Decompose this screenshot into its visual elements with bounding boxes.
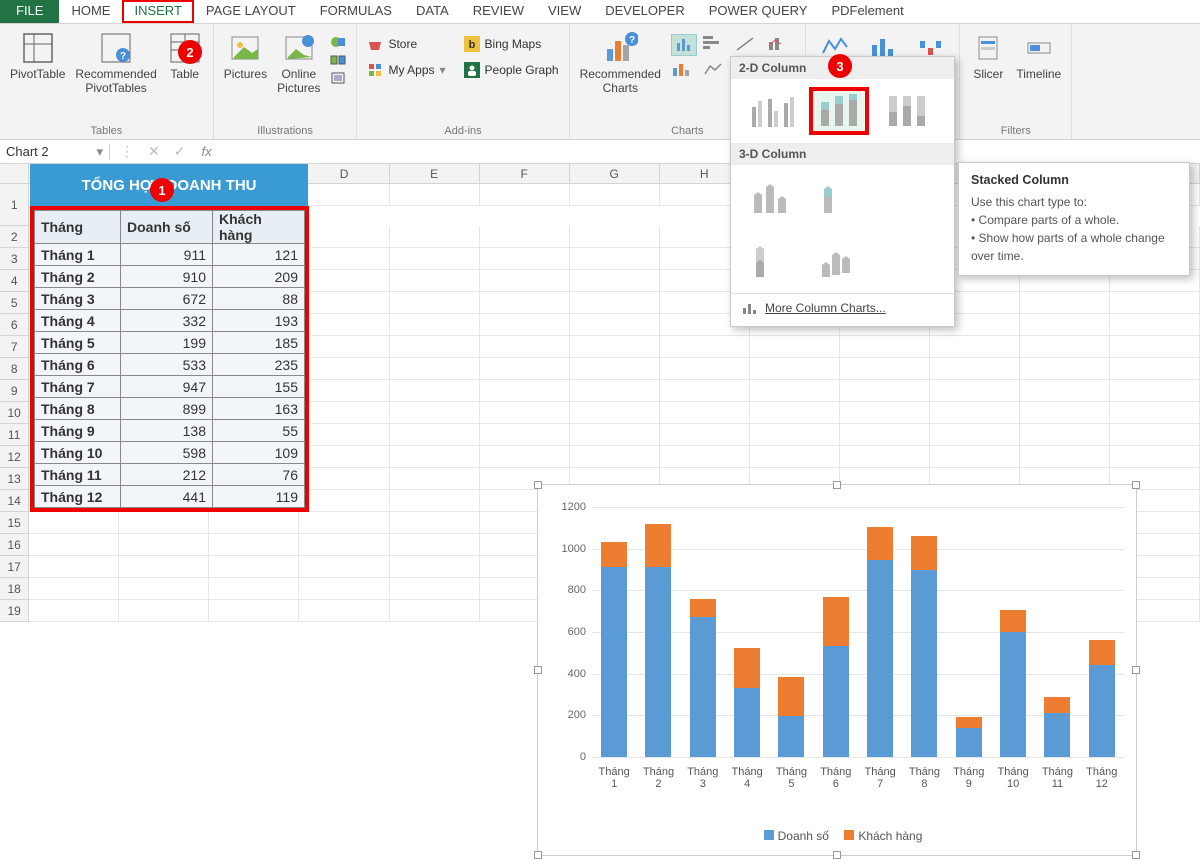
recommended-charts-icon: ? [602,30,638,66]
tab-power-query[interactable]: POWER QUERY [697,0,820,23]
chart-icon [741,300,757,316]
pictures-button[interactable]: Pictures [224,30,267,82]
online-pictures-button[interactable]: Online Pictures [277,30,320,96]
row-header[interactable]: 17 [0,556,29,578]
tab-file[interactable]: FILE [0,0,59,23]
store-button[interactable]: Store [367,36,417,52]
bar-chart-dropdown[interactable] [703,34,731,56]
row-header[interactable]: 14 [0,490,29,512]
ribbon: PivotTable ? Recommended PivotTables Tab… [0,24,1200,140]
svg-text:b: b [468,39,475,51]
data-table: ThángDoanh sốKhách hàngTháng 1911121Thán… [30,206,309,512]
100pct-stacked-column-option[interactable] [877,87,937,135]
row-header[interactable]: 11 [0,424,29,446]
shapes-button[interactable] [330,34,346,50]
group-addins: Store My Apps ▾ bBing Maps People Graph … [357,24,569,139]
formula-bar-buttons: ⋮ ✕ ✓ [110,143,195,160]
my-apps-button[interactable]: My Apps ▾ [367,62,445,78]
row-header[interactable]: 6 [0,314,29,336]
chart-type-tooltip: Stacked Column Use this chart type to: •… [958,162,1190,276]
row-header[interactable]: 18 [0,578,29,600]
row-header[interactable]: 4 [0,270,29,292]
row-header[interactable]: 5 [0,292,29,314]
smartart-button[interactable] [330,52,346,68]
col-header[interactable]: E [390,164,480,184]
tab-formulas[interactable]: FORMULAS [308,0,404,23]
group-tables: PivotTable ? Recommended PivotTables Tab… [0,24,214,139]
chart-legend: Doanh số Khách hàng [538,829,1136,843]
pictures-icon [227,30,263,66]
screenshot-button[interactable] [330,70,346,86]
more-column-charts[interactable]: More Column Charts... [731,293,954,322]
recommended-pivot-icon: ? [98,30,134,66]
3d-stacked-column-option[interactable] [809,173,869,221]
chart-plot-area: 020040060080010001200Tháng1Tháng2Tháng3T… [592,507,1124,757]
fx-label: fx [195,144,217,159]
hierarchy-chart-dropdown[interactable] [671,60,699,78]
timeline-button[interactable]: Timeline [1016,30,1061,82]
column-chart-menu: 2-D Column 3-D Column More Column Charts… [730,56,955,327]
tab-pdfelement[interactable]: PDFelement [819,0,915,23]
row-header[interactable]: 19 [0,600,29,622]
3d-clustered-column-option[interactable] [741,173,801,221]
callout-2: 2 [178,40,202,64]
row-header[interactable]: 1 [0,184,29,226]
formula-bar-row: Chart 2▾ ⋮ ✕ ✓ fx [0,140,1200,164]
tab-data[interactable]: DATA [404,0,461,23]
col-header[interactable]: G [570,164,660,184]
row-header[interactable]: 10 [0,402,29,424]
row-header[interactable]: 15 [0,512,29,534]
svg-text:?: ? [629,35,635,46]
clustered-column-option[interactable] [741,87,801,135]
row-header[interactable]: 16 [0,534,29,556]
tab-review[interactable]: REVIEW [461,0,536,23]
row-header[interactable]: 7 [0,336,29,358]
tab-home[interactable]: HOME [59,0,122,23]
callout-3: 3 [828,54,852,78]
column-chart-dropdown[interactable] [671,34,697,56]
group-filters: Slicer Timeline Filters [960,24,1072,139]
3d-column-option[interactable] [809,237,869,285]
group-illustrations: Pictures Online Pictures Illustrations [214,24,358,139]
row-header[interactable]: 3 [0,248,29,270]
row-header[interactable]: 13 [0,468,29,490]
callout-1: 1 [150,178,174,202]
combo-chart-dropdown[interactable] [767,34,795,56]
tab-developer[interactable]: DEVELOPER [593,0,696,23]
col-header[interactable]: F [480,164,570,184]
stacked-column-option[interactable] [809,87,869,135]
name-box[interactable]: Chart 2▾ [0,144,110,160]
recommended-charts-button[interactable]: ? Recommended Charts [580,30,661,96]
row-header[interactable]: 8 [0,358,29,380]
formula-cancel-icon[interactable]: ✕ [148,143,160,160]
row-header[interactable]: 2 [0,226,29,248]
formula-enter-icon[interactable]: ✓ [174,143,186,160]
formula-options-icon[interactable]: ⋮ [120,143,134,160]
line-chart-dropdown[interactable] [703,60,731,78]
tab-insert[interactable]: INSERT [122,0,193,23]
col-header[interactable]: D [300,164,390,184]
tab-page-layout[interactable]: PAGE LAYOUT [194,0,308,23]
pivot-table-icon [20,30,56,66]
bing-maps-button[interactable]: bBing Maps [464,36,542,52]
svg-text:?: ? [120,51,126,62]
slicer-button[interactable]: Slicer [970,30,1006,82]
pivot-table-button[interactable]: PivotTable [10,30,65,82]
online-pictures-icon [281,30,317,66]
ribbon-tabs: FILE HOME INSERT PAGE LAYOUT FORMULAS DA… [0,0,1200,24]
tab-view[interactable]: VIEW [536,0,593,23]
3d-100pct-stacked-option[interactable] [741,237,801,285]
stock-chart-dropdown[interactable] [735,34,763,56]
people-graph-button[interactable]: People Graph [464,62,559,78]
embedded-chart[interactable]: 020040060080010001200Tháng1Tháng2Tháng3T… [537,484,1137,856]
recommended-pivottables-button[interactable]: ? Recommended PivotTables [75,30,156,96]
row-header[interactable]: 12 [0,446,29,468]
row-header[interactable]: 9 [0,380,29,402]
